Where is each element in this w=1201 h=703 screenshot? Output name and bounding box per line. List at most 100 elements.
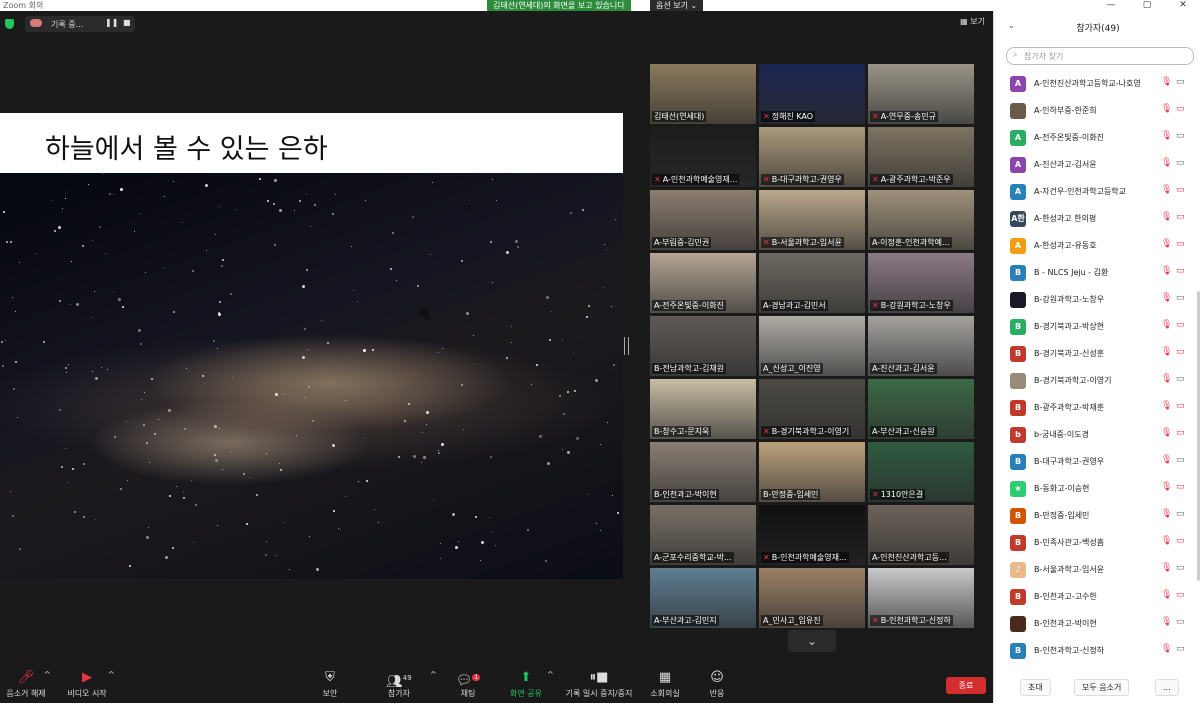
star-dot — [218, 205, 220, 207]
more-options-button[interactable]: ... — [1155, 679, 1179, 696]
start-video-button[interactable]: ▶︎ 비디오 시작 — [66, 670, 108, 699]
security-button[interactable]: ⛨ 보안 — [315, 670, 345, 699]
participants-options-caret[interactable]: ^ — [430, 670, 437, 679]
video-tile[interactable]: B-인천과고-박이현 — [650, 442, 756, 502]
video-tile[interactable]: A-인천진산과학고등... — [868, 505, 974, 565]
participant-row[interactable]: B B-인천과학고-신정하 🎙︎ ▭ — [994, 638, 1196, 661]
video-tile[interactable]: ✕ A-연무중-송민규 — [868, 64, 974, 124]
participant-row[interactable]: A A-한성과고-유동호 🎙︎ ▭ — [994, 233, 1196, 260]
gallery-next-page-button[interactable]: ⌄ — [788, 630, 836, 652]
participant-row[interactable]: B B-만정중-임세민 🎙︎ ▭ — [994, 503, 1196, 530]
video-tile[interactable]: ✕ 정해진 KAO — [759, 64, 865, 124]
split-handle[interactable] — [624, 337, 629, 355]
video-tile[interactable]: ✕ B-인천과학예술영재... — [759, 505, 865, 565]
video-tile[interactable]: 김태선(연세대) — [650, 64, 756, 124]
start-video-label: 비디오 시작 — [67, 689, 107, 698]
star-dot — [205, 249, 207, 251]
video-tile[interactable]: ✕ 1310안은결 — [868, 442, 974, 502]
mic-muted-icon: ✕ — [872, 490, 879, 499]
participants-button[interactable]: 👥︎49 참가자 — [383, 670, 415, 699]
participant-row[interactable]: A A-자건우-인천과학고등학교 🎙︎ ▭ — [994, 179, 1196, 206]
video-tile[interactable]: A_민사고_임유진 — [759, 568, 865, 628]
video-tile[interactable]: ✕ B-서울과학고-임서윤 — [759, 190, 865, 250]
view-button[interactable]: ▦ 보기 — [960, 16, 985, 27]
unmute-button[interactable]: 🎤︎ 음소거 해제 — [5, 670, 47, 699]
participant-name-label: A-전주온빛중-이화진 — [652, 300, 726, 311]
participant-row[interactable]: b b-궁내중-이도경 🎙︎ ▭ — [994, 422, 1196, 449]
video-tile[interactable]: A-부산과고-신승원 — [868, 379, 974, 439]
video-icon: ▭ — [1176, 293, 1185, 303]
video-tile[interactable]: A-이정훈-인천과학예... — [868, 190, 974, 250]
participant-row[interactable]: B B-광주과학고-박재훈 🎙︎ ▭ — [994, 395, 1196, 422]
participant-row[interactable]: B B-민족사관고-백성흠 🎙︎ ▭ — [994, 530, 1196, 557]
star-dot — [606, 422, 608, 424]
participant-row[interactable]: A A-진산과고-김서윤 🎙︎ ▭ — [994, 152, 1196, 179]
star-dot — [99, 226, 102, 229]
video-tile[interactable]: A-경남과고-김민서 — [759, 253, 865, 313]
minimize-button[interactable]: — — [1093, 0, 1129, 11]
star-dot — [13, 387, 16, 390]
video-tile[interactable]: A-전주온빛중-이화진 — [650, 253, 756, 313]
participant-row[interactable]: A한 A-한성과고 한의평 🎙︎ ▭ — [994, 206, 1196, 233]
pause-recording-button[interactable]: ❚❚ — [105, 18, 118, 27]
star-dot — [65, 198, 67, 200]
video-tile[interactable]: A-진산과고-김서윤 — [868, 316, 974, 376]
video-tile[interactable]: A_신성고_이진영 — [759, 316, 865, 376]
reactions-button[interactable]: ☺ 반응 — [704, 670, 730, 699]
video-tile[interactable]: ✕ B-대구과학고-권영우 — [759, 127, 865, 187]
star-dot — [145, 441, 148, 444]
close-button[interactable]: ✕ — [1165, 0, 1201, 11]
participant-row[interactable]: A A-인천진산과학고등학교-나호영 🎙︎ ▭ — [994, 71, 1196, 98]
participant-row[interactable]: A-인하부중-한준희 🎙︎ ▭ — [994, 98, 1196, 125]
video-tile[interactable]: A-군포수리중학교-박... — [650, 505, 756, 565]
video-tile[interactable]: ✕ B-강원과학고-노창우 — [868, 253, 974, 313]
participant-list-scrollbar[interactable] — [1197, 291, 1200, 581]
participant-row[interactable]: B B-경기북과고-박상현 🎙︎ ▭ — [994, 314, 1196, 341]
chat-button[interactable]: 💬︎ 1 채팅 — [454, 670, 482, 699]
video-tile[interactable]: ✕ B-경기북과학고-이영기 — [759, 379, 865, 439]
video-tile[interactable]: B-만정중-임세민 — [759, 442, 865, 502]
video-options-caret[interactable]: ^ — [108, 670, 115, 679]
participant-search-input[interactable]: ⌕ 참가자 찾기 — [1006, 47, 1194, 65]
share-options-caret[interactable]: ^ — [547, 670, 554, 679]
video-tile[interactable]: ✕ B-인천과학고-신정하 — [868, 568, 974, 628]
participant-row[interactable]: B-인천과고-박이현 🎙︎ ▭ — [994, 611, 1196, 638]
stop-recording-button[interactable]: ■ — [123, 18, 131, 27]
participant-row[interactable]: A A-전주온빛중-이화진 🎙︎ ▭ — [994, 125, 1196, 152]
video-tile[interactable]: ✕ A-인천과학예술영재... — [650, 127, 756, 187]
audio-options-caret[interactable]: ^ — [44, 670, 51, 679]
shield-icon[interactable] — [5, 19, 14, 29]
star-dot — [65, 366, 67, 369]
video-tile[interactable]: B-창수고-문지욱 — [650, 379, 756, 439]
star-dot — [213, 339, 216, 342]
star-dot — [18, 547, 21, 550]
star-dot — [217, 525, 219, 527]
video-tile[interactable]: A-부림중-김민권 — [650, 190, 756, 250]
star-dot — [235, 209, 237, 211]
share-screen-button[interactable]: ⬆ 화면 공유 — [508, 670, 544, 699]
view-options-button[interactable]: 옵션 보기 ⌄ — [650, 0, 704, 11]
star-dot — [306, 193, 308, 195]
participant-row[interactable]: B B-인천과고-고수한 🎙︎ ▭ — [994, 584, 1196, 611]
participant-row[interactable]: ♪ B-서울과학고-임서윤 🎙︎ ▭ — [994, 557, 1196, 584]
participant-row[interactable]: B-강원과학고-노창우 🎙︎ ▭ — [994, 287, 1196, 314]
star-dot — [431, 181, 433, 183]
reactions-icon: ☺ — [710, 670, 724, 685]
participant-row[interactable]: B B - NLCS Jeju - 김환 🎙︎ ▭ — [994, 260, 1196, 287]
pause-stop-recording-button[interactable]: ⏸■ 기록 일시 중지/중지 — [563, 670, 635, 699]
participant-name-label: A_신성고_이진영 — [761, 363, 823, 374]
maximize-button[interactable]: ▢ — [1129, 0, 1165, 11]
participant-row[interactable]: ★ B-동화고-이승현 🎙︎ ▭ — [994, 476, 1196, 503]
video-tile[interactable]: A-부산과고-김민지 — [650, 568, 756, 628]
participant-row[interactable]: B-경기북과학고-이영기 🎙︎ ▭ — [994, 368, 1196, 395]
breakout-rooms-button[interactable]: ▦ 소회의실 — [648, 670, 682, 699]
invite-button[interactable]: 초대 — [1020, 679, 1051, 696]
video-tile[interactable]: ✕ A-광주과학고-박준우 — [868, 127, 974, 187]
video-tile[interactable]: B-전남과학고-김채원 — [650, 316, 756, 376]
participant-row[interactable]: B B-경기북과고-신성훈 🎙︎ ▭ — [994, 341, 1196, 368]
video-icon: ▭ — [1176, 644, 1185, 654]
mute-all-button[interactable]: 모두 음소거 — [1074, 679, 1130, 696]
participant-row[interactable]: B B-대구과학고-권영우 🎙︎ ▭ — [994, 449, 1196, 476]
star-dot — [3, 211, 6, 214]
end-meeting-button[interactable]: 종료 — [946, 677, 986, 694]
